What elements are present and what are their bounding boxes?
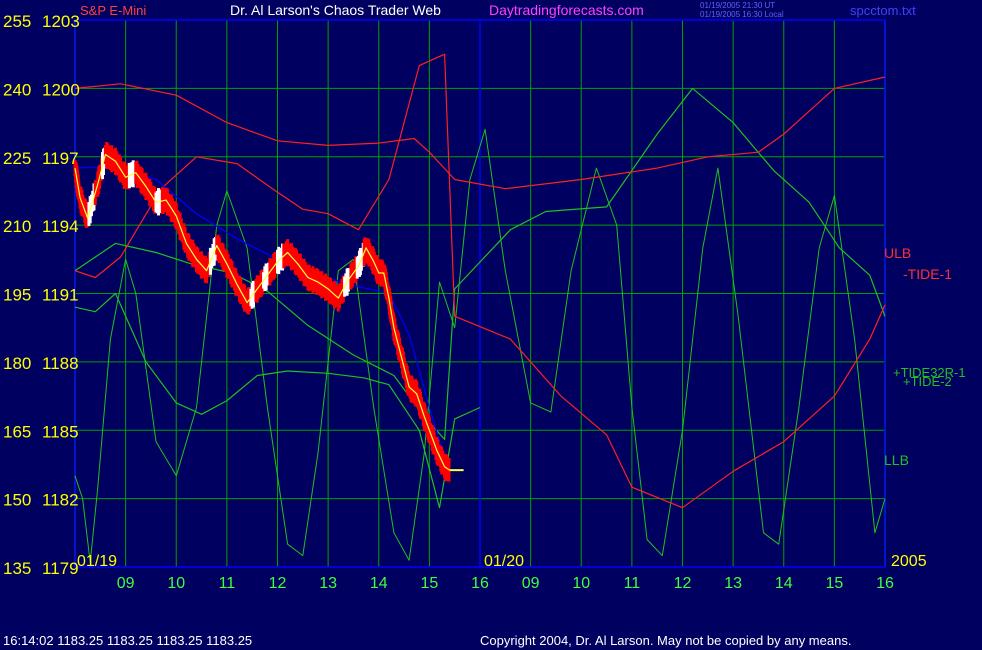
time-local: 01/19/2005 16:30 Local bbox=[700, 10, 784, 19]
time-ut: 01/19/2005 21:30 UT bbox=[700, 1, 775, 10]
y-tick-price: 1203 bbox=[42, 12, 80, 31]
y-tick-price: 1197 bbox=[42, 149, 79, 168]
date-label-2005: 2005 bbox=[891, 553, 927, 570]
y-tick-price: 1185 bbox=[42, 422, 79, 441]
site-link[interactable]: Daytradingforecasts.com bbox=[489, 2, 644, 18]
chaos-trader-chart: S&P E-Mini Dr. Al Larson's Chaos Trader … bbox=[0, 0, 982, 650]
copyright-notice: Copyright 2004, Dr. Al Larson. May not b… bbox=[480, 633, 851, 648]
series-label-llb: LLB bbox=[884, 452, 909, 468]
symbol-label: S&P E-Mini bbox=[80, 3, 146, 18]
x-tick-label: 10 bbox=[572, 575, 590, 592]
y-tick-outer: 150 bbox=[3, 491, 31, 510]
x-tick-label: 09 bbox=[522, 575, 540, 592]
y-tick-outer: 165 bbox=[3, 422, 31, 441]
x-tick-label: 09 bbox=[117, 575, 135, 592]
x-tick-label: 14 bbox=[775, 575, 793, 592]
quote-readout: 16:14:02 1183.25 1183.25 1183.25 1183.25 bbox=[3, 633, 252, 648]
y-tick-outer: 225 bbox=[3, 149, 31, 168]
series-label-tide-2: +TIDE-2 bbox=[903, 374, 952, 389]
x-tick-label: 12 bbox=[269, 575, 287, 592]
y-tick-price: 1194 bbox=[42, 217, 79, 236]
x-tick-label: 14 bbox=[370, 575, 388, 592]
y-tick-price: 1179 bbox=[42, 559, 79, 578]
x-tick-label: 16 bbox=[471, 575, 489, 592]
y-tick-price: 1200 bbox=[42, 80, 80, 99]
y-tick-price: 1188 bbox=[42, 354, 79, 373]
series-label-tide-1: -TIDE-1 bbox=[903, 266, 952, 282]
y-tick-price: 1182 bbox=[42, 491, 79, 510]
x-tick-label: 13 bbox=[319, 575, 337, 592]
y-tick-outer: 210 bbox=[3, 217, 31, 236]
y-tick-outer: 135 bbox=[3, 559, 31, 578]
x-tick-label: 10 bbox=[167, 575, 185, 592]
x-tick-label: 15 bbox=[420, 575, 438, 592]
x-tick-label: 11 bbox=[624, 575, 641, 592]
y-tick-price: 1191 bbox=[42, 286, 79, 305]
x-tick-label: 11 bbox=[219, 575, 236, 592]
x-tick-label: 13 bbox=[724, 575, 742, 592]
x-tick-label: 16 bbox=[876, 575, 894, 592]
file-name: spcctom.txt bbox=[850, 3, 916, 18]
date-label-0120: 01/20 bbox=[484, 553, 524, 570]
y-tick-outer: 180 bbox=[3, 354, 31, 373]
y-tick-outer: 255 bbox=[3, 12, 31, 31]
chart-title: Dr. Al Larson's Chaos Trader Web bbox=[230, 2, 441, 18]
date-label-0119: 01/19 bbox=[77, 553, 117, 570]
x-tick-label: 15 bbox=[825, 575, 843, 592]
x-tick-label: 12 bbox=[674, 575, 692, 592]
y-tick-outer: 195 bbox=[3, 286, 31, 305]
series-label-ulb: ULB bbox=[884, 245, 911, 261]
y-axis-labels: 255 1203 240 1200 225 1197 210 1194 195 1191 180 11… bbox=[3, 12, 80, 578]
y-tick-outer: 240 bbox=[3, 80, 31, 99]
